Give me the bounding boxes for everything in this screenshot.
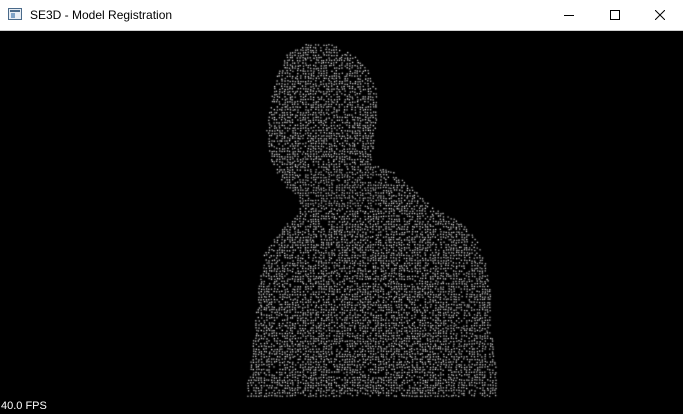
close-icon xyxy=(655,10,665,20)
minimize-icon xyxy=(564,15,574,16)
point-cloud-bust xyxy=(0,31,683,414)
3d-viewport[interactable]: 40.0 FPS xyxy=(0,31,683,414)
minimize-button[interactable] xyxy=(546,0,592,30)
application-window-icon[interactable] xyxy=(8,8,22,20)
maximize-button[interactable] xyxy=(592,0,638,30)
title-bar[interactable]: SE3D - Model Registration xyxy=(0,0,683,31)
window-title: SE3D - Model Registration xyxy=(30,8,173,22)
fps-counter: 40.0 FPS xyxy=(1,400,47,412)
close-button[interactable] xyxy=(637,0,683,30)
app-window: SE3D - Model Registration 40.0 FPS xyxy=(0,0,683,414)
maximize-icon xyxy=(610,10,620,20)
